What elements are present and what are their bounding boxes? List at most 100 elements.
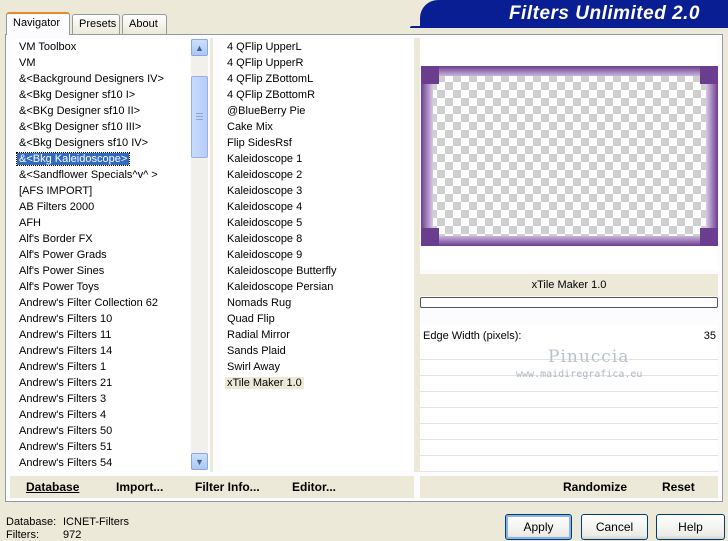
category-item[interactable]: &<Bkg Designers sf10 IV> — [14, 135, 190, 151]
category-list[interactable]: VM Toolbox VM &<Background Designers IV> &<… — [14, 39, 190, 471]
button-label: Randomize — [563, 480, 628, 494]
filter-item[interactable]: Kaleidoscope 5 — [222, 215, 414, 231]
category-item[interactable]: [AFS IMPORT] — [14, 183, 190, 199]
category-item[interactable]: Andrew's Filters 10 — [14, 311, 190, 327]
filter-item[interactable]: Kaleidoscope 8 — [222, 231, 414, 247]
randomize-button[interactable]: Randomize — [563, 480, 627, 494]
tab-navigator[interactable]: Navigator — [6, 12, 70, 35]
filter-item[interactable]: @BlueBerry Pie — [222, 103, 414, 119]
filter-item[interactable]: Kaleidoscope Butterfly — [222, 263, 414, 279]
database-button[interactable]: Database — [26, 480, 79, 494]
filter-list[interactable]: 4 QFlip UpperL 4 QFlip UpperR 4 QFlip ZBot… — [222, 39, 414, 471]
category-item-label: AFH — [19, 217, 41, 229]
category-item[interactable]: AFH — [14, 215, 190, 231]
category-item[interactable]: AB Filters 2000 — [14, 199, 190, 215]
preview-corner — [700, 228, 718, 246]
category-item[interactable]: &<Bkg Designer sf10 III> — [14, 119, 190, 135]
category-item[interactable]: Alf's Power Sines — [14, 263, 190, 279]
filter-item[interactable]: Kaleidoscope Persian — [222, 279, 414, 295]
filter-info-button[interactable]: Filter Info... — [195, 480, 260, 494]
category-item[interactable]: &<Bkg Kaleidoscope> — [14, 151, 190, 167]
filter-item-label: Cake Mix — [227, 121, 273, 133]
category-item[interactable]: Andrew's Filters 50 — [14, 423, 190, 439]
preview-image — [421, 66, 718, 246]
scroll-thumb[interactable] — [191, 76, 208, 158]
category-item[interactable]: Andrew's Filters 51 — [14, 439, 190, 455]
edge-width-value[interactable]: 35 — [704, 330, 716, 342]
tab-presets[interactable]: Presets — [72, 14, 120, 34]
editor-button[interactable]: Editor... — [292, 480, 336, 494]
filter-item[interactable]: Quad Flip — [222, 311, 414, 327]
category-item[interactable]: &<Background Designers IV> — [14, 71, 190, 87]
button-label: Reset — [662, 480, 695, 494]
edge-width-label: Edge Width (pixels): — [423, 330, 522, 342]
category-item-label: Andrew's Filters 11 — [19, 329, 112, 341]
filter-item[interactable]: Swirl Away — [222, 359, 414, 375]
category-item[interactable]: Andrew's Filters 21 — [14, 375, 190, 391]
filter-item[interactable]: Kaleidoscope 1 — [222, 151, 414, 167]
filter-item[interactable]: Kaleidoscope 9 — [222, 247, 414, 263]
tab-about[interactable]: About — [122, 14, 167, 34]
scroll-up-button[interactable]: ▲ — [191, 39, 208, 56]
filter-item[interactable]: Kaleidoscope 4 — [222, 199, 414, 215]
filter-item[interactable]: Sands Plaid — [222, 343, 414, 359]
filter-item-label: Kaleidoscope 8 — [227, 233, 303, 245]
tab-label: About — [129, 18, 158, 30]
category-item[interactable]: &<BKg Designer sf10 II> — [14, 103, 190, 119]
import-button[interactable]: Import... — [116, 480, 163, 494]
category-item-label: VM Toolbox — [19, 41, 77, 53]
reset-button[interactable]: Reset — [662, 480, 695, 494]
filter-item[interactable]: Kaleidoscope 2 — [222, 167, 414, 183]
category-scrollbar[interactable]: ▲ ▼ — [191, 39, 208, 470]
category-item[interactable]: Andrew's Filters 14 — [14, 343, 190, 359]
filter-item-label: Kaleidoscope Butterfly — [227, 265, 337, 277]
filter-item[interactable]: 4 QFlip UpperL — [222, 39, 414, 55]
filter-item[interactable]: xTile Maker 1.0 — [222, 375, 414, 391]
filter-item[interactable]: Flip SidesRsf — [222, 135, 414, 151]
category-item[interactable]: Andrew's Filters 3 — [14, 391, 190, 407]
filter-item[interactable]: Kaleidoscope 3 — [222, 183, 414, 199]
apply-button[interactable]: Apply — [505, 514, 572, 540]
category-item[interactable]: Alf's Border FX — [14, 231, 190, 247]
category-item[interactable]: VM Toolbox — [14, 39, 190, 55]
tab-label: Presets — [79, 18, 117, 30]
category-item[interactable]: Andrew's Filters 11 — [14, 327, 190, 343]
filter-item-label: 4 QFlip UpperR — [227, 57, 304, 69]
button-label: Database — [26, 480, 80, 494]
category-item-label: Andrew's Filters 4 — [19, 409, 107, 421]
watermark-url: www.maidiregrafica.eu — [516, 369, 643, 380]
grip-line — [196, 116, 203, 117]
category-item[interactable]: VM — [14, 55, 190, 71]
category-item[interactable]: &<Bkg Designer sf10 I> — [14, 87, 190, 103]
filter-item-label: xTile Maker 1.0 — [225, 377, 304, 389]
cancel-button[interactable]: Cancel — [581, 514, 648, 540]
category-item[interactable]: &<Sandflower Specials^v^ > — [14, 167, 190, 183]
filter-item[interactable]: 4 QFlip UpperR — [222, 55, 414, 71]
button-label: Editor... — [292, 480, 337, 494]
category-item-label: [AFS IMPORT] — [19, 185, 93, 197]
current-filter-name: xTile Maker 1.0 — [420, 274, 718, 296]
scroll-down-button[interactable]: ▼ — [191, 453, 208, 470]
category-item[interactable]: Andrew's Filters 1 — [14, 359, 190, 375]
category-item-label: &<Bkg Kaleidoscope> — [15, 152, 131, 166]
filter-item[interactable]: Cake Mix — [222, 119, 414, 135]
category-item[interactable]: Alf's Power Grads — [14, 247, 190, 263]
preview-frame-bottom — [421, 236, 718, 246]
filter-item-label: 4 QFlip ZBottomL — [227, 73, 314, 85]
button-label: Import... — [116, 480, 164, 494]
category-item[interactable]: Andrew's Filters 4 — [14, 407, 190, 423]
filter-item[interactable]: Radial Mirror — [222, 327, 414, 343]
category-item-label: Andrew's Filter Collection 62 — [19, 297, 159, 309]
filter-item[interactable]: 4 QFlip ZBottomL — [222, 71, 414, 87]
category-item[interactable]: Andrew's Filters 54 — [14, 455, 190, 471]
filter-item-label: Kaleidoscope 1 — [227, 153, 303, 165]
help-button[interactable]: Help — [656, 514, 725, 540]
category-item-label: &<Bkg Designers sf10 IV> — [19, 137, 149, 149]
grip-line — [196, 119, 203, 120]
preview-frame-left — [421, 66, 433, 246]
category-item[interactable]: Andrew's Filter Collection 62 — [14, 295, 190, 311]
category-item-label: Andrew's Filters 3 — [19, 393, 107, 405]
filter-item[interactable]: Nomads Rug — [222, 295, 414, 311]
category-item[interactable]: Alf's Power Toys — [14, 279, 190, 295]
filter-item[interactable]: 4 QFlip ZBottomR — [222, 87, 414, 103]
